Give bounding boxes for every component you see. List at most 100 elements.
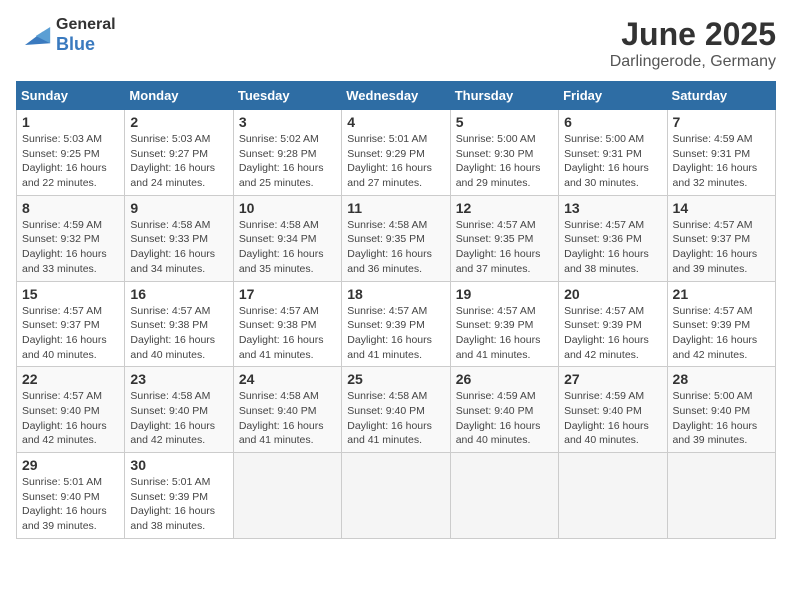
day-info-7: Sunrise: 4:59 AMSunset: 9:31 PMDaylight:…	[673, 132, 770, 191]
day-number-22: 22	[22, 371, 119, 387]
day-cell-21: 21Sunrise: 4:57 AMSunset: 9:39 PMDayligh…	[667, 281, 775, 367]
day-cell-28: 28 Sunrise: 5:00 AMSunset: 9:40 PMDayligh…	[667, 367, 775, 453]
day-number-5: 5	[456, 114, 553, 130]
empty-cell	[450, 453, 558, 539]
day-number-20: 20	[564, 286, 661, 302]
day-info-4: Sunrise: 5:01 AMSunset: 9:29 PMDaylight:…	[347, 132, 444, 191]
day-cell-7: 7 Sunrise: 4:59 AMSunset: 9:31 PMDaylight…	[667, 110, 775, 196]
logo-icon	[16, 18, 52, 54]
day-number-30: 30	[130, 457, 227, 473]
header-tuesday: Tuesday	[233, 82, 341, 110]
empty-cell	[667, 453, 775, 539]
day-info-10: Sunrise: 4:58 AMSunset: 9:34 PMDaylight:…	[239, 218, 336, 277]
day-number-13: 13	[564, 200, 661, 216]
day-number-26: 26	[456, 371, 553, 387]
day-info-24: Sunrise: 4:58 AMSunset: 9:40 PMDaylight:…	[239, 389, 336, 448]
day-info-5: Sunrise: 5:00 AMSunset: 9:30 PMDaylight:…	[456, 132, 553, 191]
calendar: Sunday Monday Tuesday Wednesday Thursday…	[16, 81, 776, 539]
day-number-7: 7	[673, 114, 770, 130]
day-number-12: 12	[456, 200, 553, 216]
day-number-6: 6	[564, 114, 661, 130]
day-info-12: Sunrise: 4:57 AMSunset: 9:35 PMDaylight:…	[456, 218, 553, 277]
day-number-19: 19	[456, 286, 553, 302]
day-cell-25: 25 Sunrise: 4:58 AMSunset: 9:40 PMDayligh…	[342, 367, 450, 453]
day-info-22: Sunrise: 4:57 AMSunset: 9:40 PMDaylight:…	[22, 389, 119, 448]
header-wednesday: Wednesday	[342, 82, 450, 110]
day-number-28: 28	[673, 371, 770, 387]
week-row-1: 1Sunrise: 5:03 AMSunset: 9:25 PMDaylight…	[17, 110, 776, 196]
empty-cell	[233, 453, 341, 539]
day-info-20: Sunrise: 4:57 AMSunset: 9:39 PMDaylight:…	[564, 304, 661, 363]
day-number-17: 17	[239, 286, 336, 302]
day-number-14: 14	[673, 200, 770, 216]
logo-blue-text: Blue	[56, 34, 116, 55]
day-info-19: Sunrise: 4:57 AMSunset: 9:39 PMDaylight:…	[456, 304, 553, 363]
day-info-18: Sunrise: 4:57 AMSunset: 9:39 PMDaylight:…	[347, 304, 444, 363]
day-cell-17: 17Sunrise: 4:57 AMSunset: 9:38 PMDayligh…	[233, 281, 341, 367]
header-friday: Friday	[559, 82, 667, 110]
day-cell-20: 20 Sunrise: 4:57 AMSunset: 9:39 PMDayligh…	[559, 281, 667, 367]
day-cell-3: 3 Sunrise: 5:02 AMSunset: 9:28 PMDaylight…	[233, 110, 341, 196]
header-thursday: Thursday	[450, 82, 558, 110]
day-info-9: Sunrise: 4:58 AMSunset: 9:33 PMDaylight:…	[130, 218, 227, 277]
day-number-18: 18	[347, 286, 444, 302]
day-cell-8: 8 Sunrise: 4:59 AMSunset: 9:32 PMDaylight…	[17, 195, 125, 281]
day-number-10: 10	[239, 200, 336, 216]
day-number-25: 25	[347, 371, 444, 387]
header-saturday: Saturday	[667, 82, 775, 110]
empty-cell	[342, 453, 450, 539]
day-number-15: 15	[22, 286, 119, 302]
day-cell-13: 13 Sunrise: 4:57 AMSunset: 9:36 PMDayligh…	[559, 195, 667, 281]
month-title: June 2025	[610, 16, 776, 53]
day-info-27: Sunrise: 4:59 AMSunset: 9:40 PMDaylight:…	[564, 389, 661, 448]
day-info-1: Sunrise: 5:03 AMSunset: 9:25 PMDaylight:…	[22, 132, 119, 191]
logo-general-text: General	[56, 16, 116, 34]
week-row-5: 29Sunrise: 5:01 AMSunset: 9:40 PMDayligh…	[17, 453, 776, 539]
day-info-8: Sunrise: 4:59 AMSunset: 9:32 PMDaylight:…	[22, 218, 119, 277]
day-number-24: 24	[239, 371, 336, 387]
header-monday: Monday	[125, 82, 233, 110]
title-area: June 2025 Darlingerode, Germany	[610, 16, 776, 71]
day-cell-2: 2 Sunrise: 5:03 AMSunset: 9:27 PMDaylight…	[125, 110, 233, 196]
day-info-30: Sunrise: 5:01 AMSunset: 9:39 PMDaylight:…	[130, 475, 227, 534]
day-info-23: Sunrise: 4:58 AMSunset: 9:40 PMDaylight:…	[130, 389, 227, 448]
day-cell-22: 22 Sunrise: 4:57 AMSunset: 9:40 PMDayligh…	[17, 367, 125, 453]
day-info-11: Sunrise: 4:58 AMSunset: 9:35 PMDaylight:…	[347, 218, 444, 277]
day-number-27: 27	[564, 371, 661, 387]
week-row-4: 22 Sunrise: 4:57 AMSunset: 9:40 PMDayligh…	[17, 367, 776, 453]
day-info-14: Sunrise: 4:57 AMSunset: 9:37 PMDaylight:…	[673, 218, 770, 277]
day-cell-11: 11 Sunrise: 4:58 AMSunset: 9:35 PMDayligh…	[342, 195, 450, 281]
day-cell-26: 26 Sunrise: 4:59 AMSunset: 9:40 PMDayligh…	[450, 367, 558, 453]
day-cell-15: 15Sunrise: 4:57 AMSunset: 9:37 PMDayligh…	[17, 281, 125, 367]
day-info-6: Sunrise: 5:00 AMSunset: 9:31 PMDaylight:…	[564, 132, 661, 191]
day-cell-24: 24 Sunrise: 4:58 AMSunset: 9:40 PMDayligh…	[233, 367, 341, 453]
day-cell-1: 1Sunrise: 5:03 AMSunset: 9:25 PMDaylight…	[17, 110, 125, 196]
logo: General Blue	[16, 16, 116, 55]
day-cell-18: 18 Sunrise: 4:57 AMSunset: 9:39 PMDayligh…	[342, 281, 450, 367]
day-cell-10: 10 Sunrise: 4:58 AMSunset: 9:34 PMDayligh…	[233, 195, 341, 281]
logo-text: General Blue	[56, 16, 116, 55]
day-cell-23: 23Sunrise: 4:58 AMSunset: 9:40 PMDayligh…	[125, 367, 233, 453]
day-number-16: 16	[130, 286, 227, 302]
day-cell-6: 6 Sunrise: 5:00 AMSunset: 9:31 PMDaylight…	[559, 110, 667, 196]
day-info-28: Sunrise: 5:00 AMSunset: 9:40 PMDaylight:…	[673, 389, 770, 448]
header-sunday: Sunday	[17, 82, 125, 110]
day-cell-29: 29Sunrise: 5:01 AMSunset: 9:40 PMDayligh…	[17, 453, 125, 539]
day-info-3: Sunrise: 5:02 AMSunset: 9:28 PMDaylight:…	[239, 132, 336, 191]
day-number-4: 4	[347, 114, 444, 130]
day-number-9: 9	[130, 200, 227, 216]
day-number-11: 11	[347, 200, 444, 216]
day-info-21: Sunrise: 4:57 AMSunset: 9:39 PMDaylight:…	[673, 304, 770, 363]
day-cell-16: 16Sunrise: 4:57 AMSunset: 9:38 PMDayligh…	[125, 281, 233, 367]
day-info-25: Sunrise: 4:58 AMSunset: 9:40 PMDaylight:…	[347, 389, 444, 448]
day-cell-30: 30 Sunrise: 5:01 AMSunset: 9:39 PMDayligh…	[125, 453, 233, 539]
day-number-8: 8	[22, 200, 119, 216]
day-info-13: Sunrise: 4:57 AMSunset: 9:36 PMDaylight:…	[564, 218, 661, 277]
day-info-26: Sunrise: 4:59 AMSunset: 9:40 PMDaylight:…	[456, 389, 553, 448]
day-number-2: 2	[130, 114, 227, 130]
day-cell-14: 14 Sunrise: 4:57 AMSunset: 9:37 PMDayligh…	[667, 195, 775, 281]
location-title: Darlingerode, Germany	[610, 53, 776, 71]
day-number-3: 3	[239, 114, 336, 130]
day-info-2: Sunrise: 5:03 AMSunset: 9:27 PMDaylight:…	[130, 132, 227, 191]
week-row-3: 15Sunrise: 4:57 AMSunset: 9:37 PMDayligh…	[17, 281, 776, 367]
